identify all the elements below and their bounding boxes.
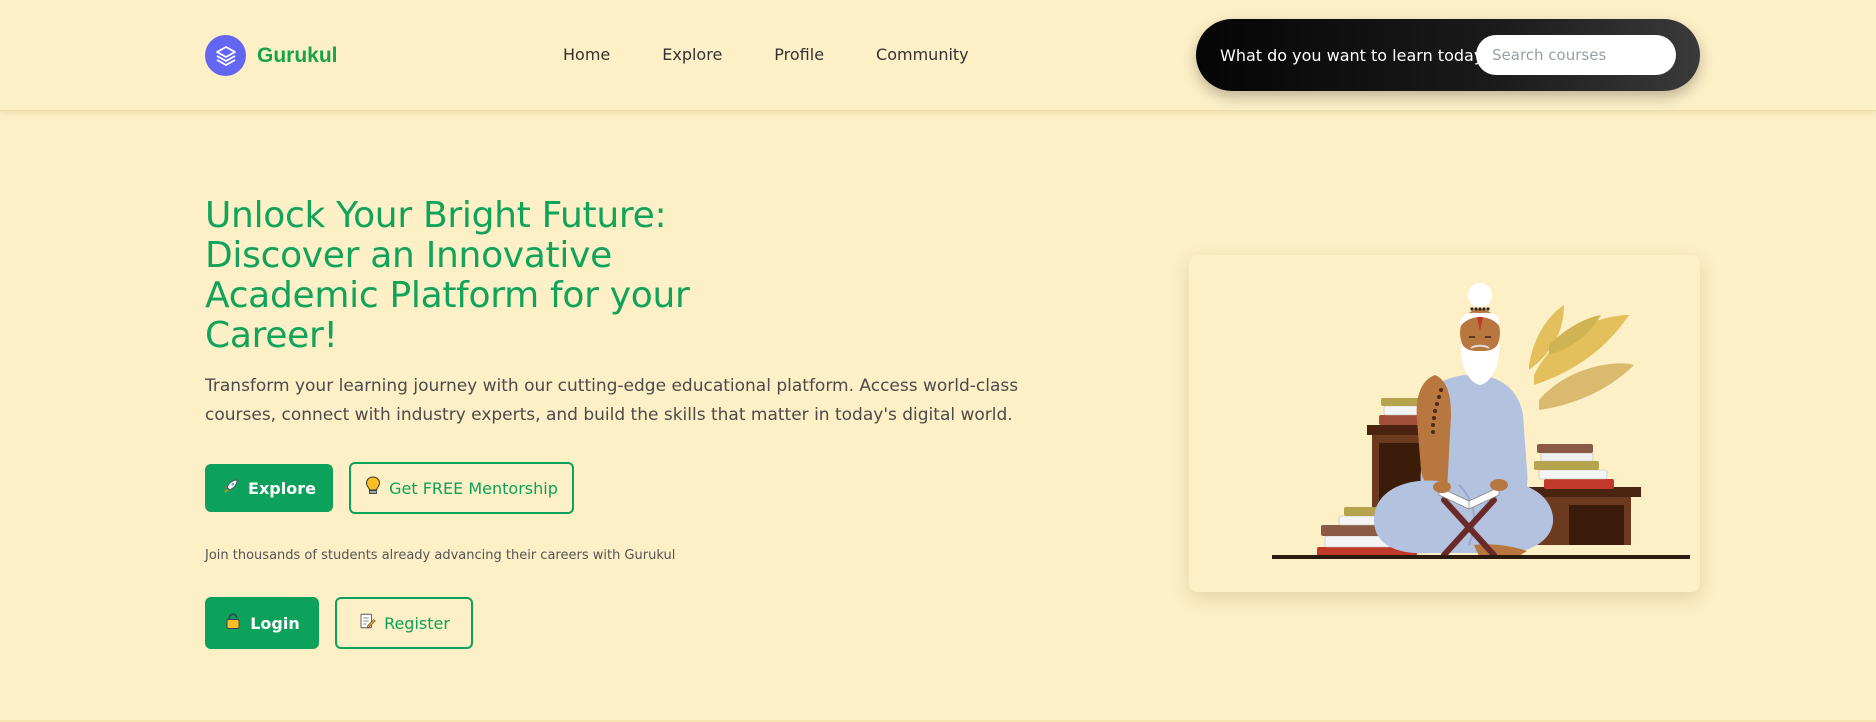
explore-button-label: Explore bbox=[248, 478, 316, 498]
memo-icon bbox=[358, 612, 376, 634]
explore-button[interactable]: Explore bbox=[205, 464, 333, 512]
top-navbar: Gurukul Home Explore Profile Community W… bbox=[0, 0, 1876, 111]
sage-reading-illustration bbox=[1272, 283, 1690, 559]
mentorship-button[interactable]: Get FREE Mentorship bbox=[349, 462, 574, 514]
main-nav: Home Explore Profile Community bbox=[563, 45, 1021, 64]
nav-home[interactable]: Home bbox=[563, 45, 610, 64]
hero-title: Unlock Your Bright Future: Discover an I… bbox=[205, 195, 690, 356]
search-prompt: What do you want to learn today? bbox=[1220, 46, 1492, 65]
login-button[interactable]: Login bbox=[205, 597, 319, 649]
join-text: Join thousands of students already advan… bbox=[205, 548, 676, 563]
nav-profile[interactable]: Profile bbox=[774, 45, 824, 64]
login-button-label: Login bbox=[250, 613, 300, 633]
lightbulb-icon bbox=[365, 476, 381, 500]
lock-icon bbox=[224, 612, 242, 634]
search-bar: What do you want to learn today? bbox=[1196, 19, 1700, 91]
hero-illustration-card bbox=[1189, 255, 1700, 592]
rocket-icon bbox=[222, 477, 240, 499]
register-button[interactable]: Register bbox=[335, 597, 473, 649]
search-input[interactable] bbox=[1476, 35, 1676, 75]
hero-description: Transform your learning journey with our… bbox=[205, 376, 1019, 425]
brand-name: Gurukul bbox=[257, 43, 338, 67]
brand-link[interactable]: Gurukul bbox=[205, 35, 338, 76]
nav-explore[interactable]: Explore bbox=[662, 45, 722, 64]
nav-community[interactable]: Community bbox=[876, 45, 969, 64]
register-button-label: Register bbox=[384, 613, 450, 633]
stack-layers-icon bbox=[205, 35, 246, 76]
mentorship-button-label: Get FREE Mentorship bbox=[389, 478, 558, 498]
